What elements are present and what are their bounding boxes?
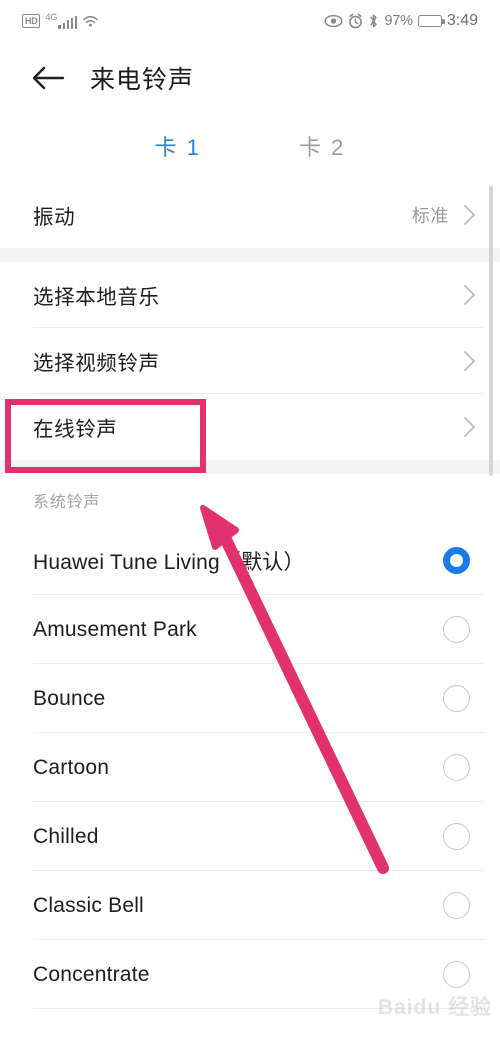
signal-bars-icon: 4G — [45, 12, 78, 29]
settings-list: 振动 标准 选择本地音乐 选择视频铃声 在线铃声 系统铃声 Huawei Tun… — [0, 182, 500, 1009]
page-title: 来电铃声 — [90, 66, 195, 94]
tone-row-huawei-tune-living[interactable]: Huawei Tune Living（默认） — [0, 526, 500, 595]
hd-icon: HD — [22, 14, 41, 28]
chevron-right-icon — [463, 204, 476, 226]
alarm-clock-icon — [348, 13, 363, 29]
row-select-video-ringtone-label: 选择视频铃声 — [33, 352, 160, 375]
row-select-video-ringtone[interactable]: 选择视频铃声 — [0, 328, 500, 394]
clock-label: 3:49 — [446, 12, 478, 29]
status-bar: HD 4G 97% 3:49 — [0, 0, 500, 42]
radio-button[interactable] — [443, 754, 470, 781]
chevron-right-icon — [463, 284, 476, 306]
tone-row-chilled[interactable]: Chilled — [0, 802, 500, 871]
back-arrow-icon[interactable] — [28, 58, 68, 98]
row-select-local-music[interactable]: 选择本地音乐 — [0, 262, 500, 328]
tone-name: Chilled — [33, 824, 99, 848]
status-bar-right: 97% 3:49 — [324, 12, 478, 30]
wifi-icon — [82, 14, 99, 28]
chevron-right-icon — [463, 350, 476, 372]
radio-button[interactable] — [443, 961, 470, 988]
row-vibration-label: 振动 — [33, 206, 76, 229]
network-type-label: 4G — [45, 12, 58, 22]
row-online-ringtones[interactable]: 在线铃声 — [0, 394, 500, 460]
battery-percent-label: 97% — [384, 13, 413, 29]
section-gap-2 — [0, 460, 500, 474]
scrollbar-thumb[interactable] — [489, 186, 493, 476]
tone-row-bounce[interactable]: Bounce — [0, 664, 500, 733]
row-online-ringtones-label: 在线铃声 — [33, 418, 118, 441]
tone-row-amusement-park[interactable]: Amusement Park — [0, 595, 500, 664]
row-select-local-music-label: 选择本地音乐 — [33, 286, 160, 309]
signal-bars-glyph — [58, 16, 78, 29]
radio-button[interactable] — [443, 892, 470, 919]
battery-icon — [417, 14, 445, 28]
eye-icon — [324, 14, 343, 28]
tone-name: Bounce — [33, 686, 106, 710]
radio-button-selected[interactable] — [443, 547, 470, 574]
tone-name: Classic Bell — [33, 893, 144, 917]
bluetooth-icon — [368, 13, 379, 29]
row-vibration[interactable]: 振动 标准 — [0, 182, 500, 248]
tab-sim-1[interactable]: 卡 1 — [149, 126, 207, 191]
radio-button[interactable] — [443, 685, 470, 712]
system-ringtones-header: 系统铃声 — [33, 494, 101, 511]
tab-sim-2[interactable]: 卡 2 — [293, 126, 351, 182]
vibration-section: 振动 标准 — [0, 182, 500, 248]
row-divider — [33, 1008, 485, 1009]
radio-button[interactable] — [443, 823, 470, 850]
tone-row-cartoon[interactable]: Cartoon — [0, 733, 500, 802]
tone-name: Huawei Tune Living（默认） — [33, 550, 305, 574]
row-vibration-value: 标准 — [411, 206, 449, 226]
section-gap-1 — [0, 248, 500, 262]
system-ringtones-section: 系统铃声 Huawei Tune Living（默认） Amusement Pa… — [0, 474, 500, 1009]
status-bar-left: HD 4G — [22, 13, 99, 29]
tone-row-concentrate[interactable]: Concentrate — [0, 940, 500, 1009]
tone-name: Cartoon — [33, 755, 110, 779]
sim-tabs: 卡 1 卡 2 — [0, 126, 500, 191]
phone-screen: HD 4G 97% 3:49 来电铃声 卡 1 卡 2 振动 标准 选择本地音乐… — [0, 0, 500, 1039]
ringtone-source-section: 选择本地音乐 选择视频铃声 在线铃声 — [0, 262, 500, 460]
chevron-right-icon — [463, 416, 476, 438]
tone-name: Amusement Park — [33, 617, 197, 641]
radio-button[interactable] — [443, 616, 470, 643]
tone-row-classic-bell[interactable]: Classic Bell — [0, 871, 500, 940]
app-bar: 来电铃声 — [0, 42, 500, 114]
tone-name: Concentrate — [33, 962, 150, 986]
